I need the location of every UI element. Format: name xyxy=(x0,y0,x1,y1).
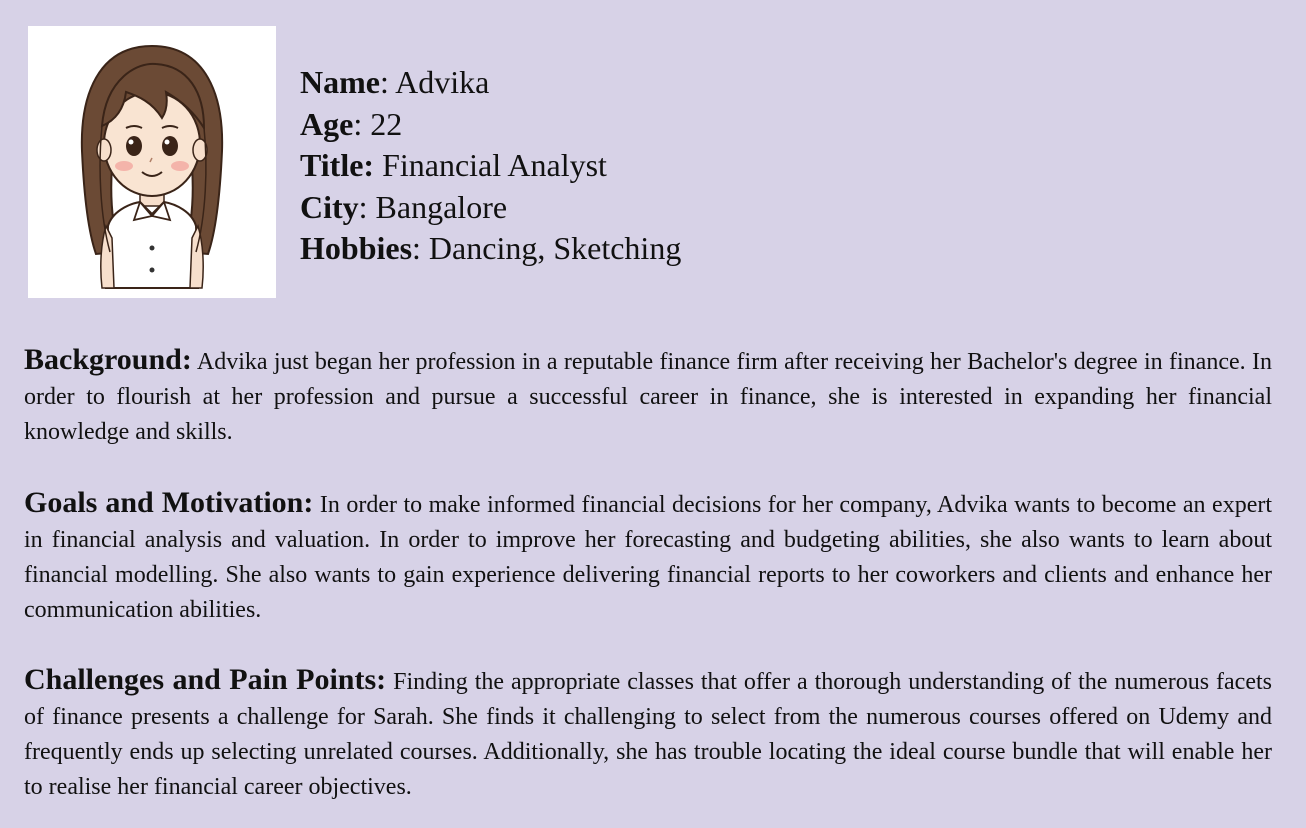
age-label: Age xyxy=(300,105,354,142)
hobbies-label: Hobbies xyxy=(300,230,413,266)
title-value: Financial Analyst xyxy=(382,147,607,183)
challenges-heading: Challenges and Pain Points: xyxy=(24,663,387,696)
title-row: Title: Financial Analyst xyxy=(300,145,681,187)
background-heading: Background: xyxy=(24,343,192,376)
name-row: Name: Advika xyxy=(300,64,490,100)
goals-section: Goals and Motivation: In order to make i… xyxy=(24,485,1272,628)
girl-avatar-illustration xyxy=(80,44,224,289)
hobbies-value: Dancing, Sketching xyxy=(428,230,682,266)
hobbies-row: Hobbies: Dancing, Sketching xyxy=(300,230,682,266)
profile-info: Name: Advika Age: 22 Title: Financial An… xyxy=(300,62,681,270)
background-section: Background: Advika just began her profes… xyxy=(24,342,1272,450)
city-value: Bangalore xyxy=(375,188,508,225)
avatar xyxy=(28,26,276,298)
name-value: Advika xyxy=(395,64,490,100)
age-row: Age: 22 xyxy=(300,105,403,142)
goals-heading: Goals and Motivation: xyxy=(24,486,314,519)
background-text: Advika just began her profession in a re… xyxy=(24,349,1272,445)
title-label: Title: xyxy=(300,147,375,183)
age-value: 22 xyxy=(370,105,403,142)
city-row: City: Bangalore xyxy=(300,188,508,225)
city-label: City xyxy=(300,188,359,225)
challenges-section: Challenges and Pain Points: Finding the … xyxy=(24,662,1272,805)
name-label: Name xyxy=(300,64,380,100)
